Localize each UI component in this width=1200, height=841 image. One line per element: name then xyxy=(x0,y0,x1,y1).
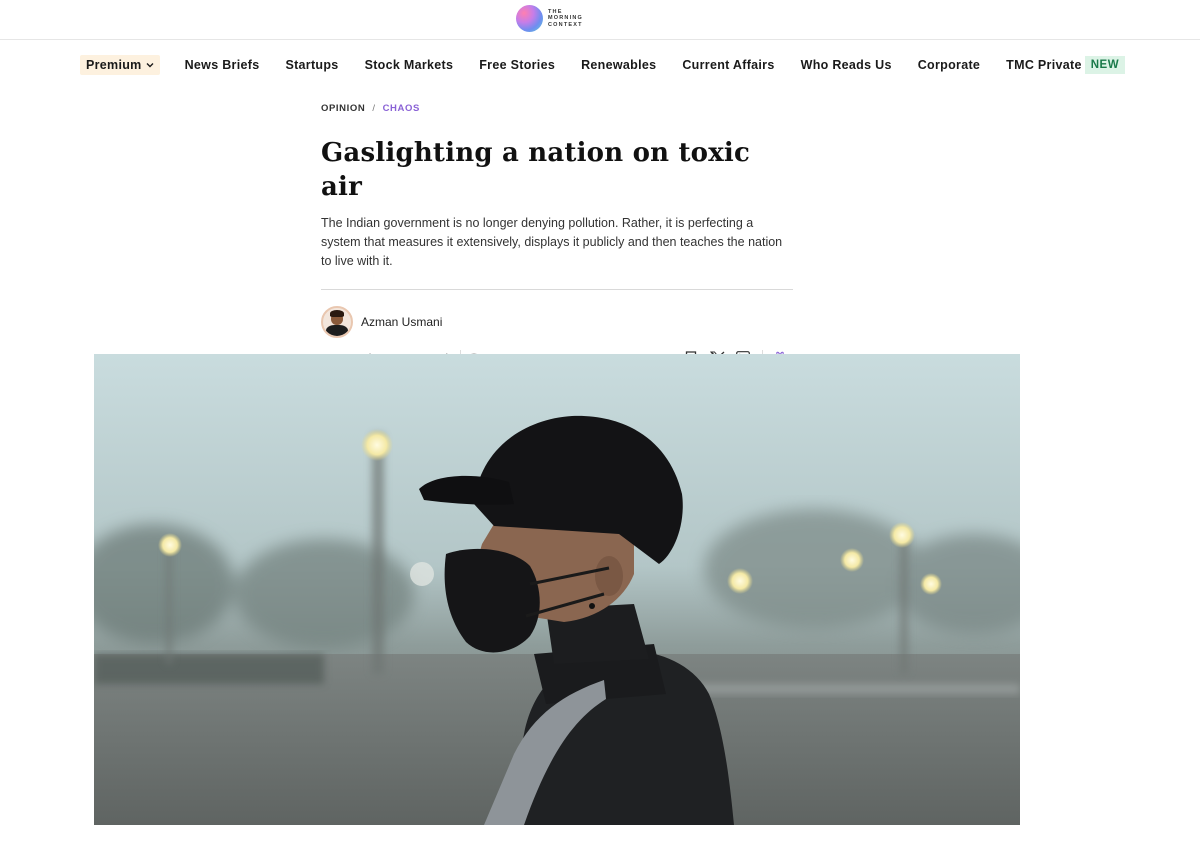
breadcrumb: OPINION / CHAOS xyxy=(321,100,793,116)
nav-item-who-reads-us[interactable]: Who Reads Us xyxy=(801,58,892,72)
article-dek: The Indian government is no longer denyi… xyxy=(321,216,783,268)
top-bar: THE MORNING CONTEXT xyxy=(0,0,1200,40)
article-header: OPINION / CHAOS Gaslighting a nation on … xyxy=(321,100,793,368)
new-badge: NEW xyxy=(1084,56,1126,74)
breadcrumb-section[interactable]: OPINION xyxy=(321,103,365,114)
breadcrumb-separator: / xyxy=(372,102,376,114)
avatar[interactable] xyxy=(321,306,353,338)
author-byline: Azman Usmani xyxy=(321,306,793,338)
logo-wordmark: THE MORNING CONTEXT xyxy=(548,9,583,29)
author-name[interactable]: Azman Usmani xyxy=(361,315,442,329)
nav-premium-label: Premium xyxy=(86,58,142,72)
logo-mark-icon xyxy=(516,5,543,32)
hero-image xyxy=(94,354,1020,825)
breadcrumb-tag[interactable]: CHAOS xyxy=(383,103,420,114)
nav-item-stock-markets[interactable]: Stock Markets xyxy=(365,58,454,72)
nav-item-startups[interactable]: Startups xyxy=(285,58,338,72)
divider xyxy=(321,289,793,290)
main-nav: Premium News Briefs Startups Stock Marke… xyxy=(80,55,1126,75)
nav-item-tmc-private[interactable]: TMC Private xyxy=(1006,58,1082,72)
nav-item-free-stories[interactable]: Free Stories xyxy=(479,58,555,72)
site-logo[interactable]: THE MORNING CONTEXT xyxy=(516,5,583,32)
nav-item-news-briefs[interactable]: News Briefs xyxy=(185,58,260,72)
logo-line-context: CONTEXT xyxy=(548,21,583,28)
chevron-down-icon xyxy=(146,61,154,70)
nav-item-corporate[interactable]: Corporate xyxy=(918,58,980,72)
article-title: Gaslighting a nation on toxic air xyxy=(321,138,751,202)
nav-item-current-affairs[interactable]: Current Affairs xyxy=(682,58,774,72)
nav-premium-dropdown[interactable]: Premium xyxy=(80,55,160,75)
nav-item-renewables[interactable]: Renewables xyxy=(581,58,656,72)
